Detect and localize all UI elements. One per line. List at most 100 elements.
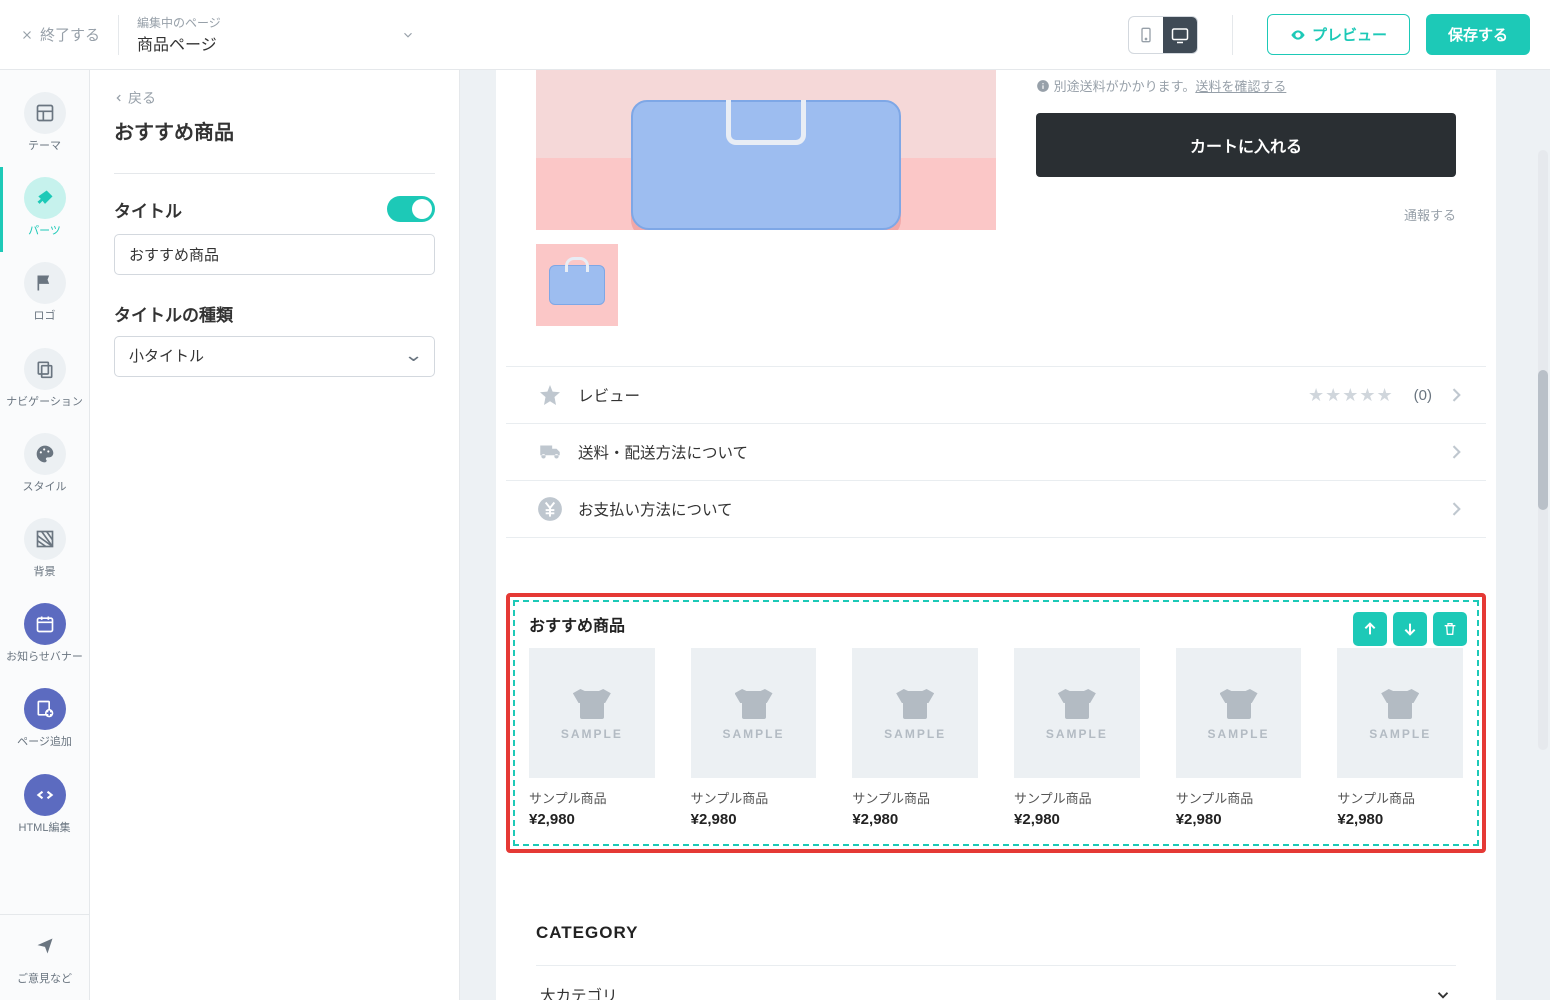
item-price: ¥2,980 [1176, 811, 1302, 828]
flag-icon [35, 273, 55, 293]
item-name: サンプル商品 [529, 788, 655, 807]
recommended-item[interactable]: SAMPLEサンプル商品¥2,980 [1176, 648, 1302, 828]
category-label: 大カテゴリ [540, 984, 618, 1000]
back-button[interactable]: 戻る [114, 88, 435, 108]
rail-banner[interactable]: お知らせバナー [0, 593, 89, 678]
move-down-button[interactable] [1393, 612, 1427, 646]
rail-label: HTML編集 [19, 822, 71, 835]
sample-image: SAMPLE [1337, 648, 1463, 778]
product-thumbnail[interactable] [536, 244, 618, 326]
exit-button[interactable]: 終了する [20, 24, 100, 45]
recommended-item[interactable]: SAMPLEサンプル商品¥2,980 [691, 648, 817, 828]
exit-label: 終了する [40, 24, 100, 45]
close-icon [20, 28, 34, 42]
accordion-shipping[interactable]: 送料・配送方法について [506, 424, 1486, 481]
rating-stars: ★★★★★ [1308, 385, 1394, 406]
sample-image: SAMPLE [1014, 648, 1140, 778]
panel-title: おすすめ商品 [114, 116, 435, 145]
rail-page-add[interactable]: ページ追加 [0, 678, 89, 763]
rail-label: ロゴ [34, 310, 56, 323]
category-heading: CATEGORY [536, 923, 1456, 943]
rail-label: ご意見など [17, 973, 72, 986]
shirt-icon [573, 685, 611, 719]
accordion-label: お支払い方法について [578, 498, 1432, 520]
back-label: 戻る [128, 88, 156, 108]
preview-button[interactable]: プレビュー [1267, 14, 1410, 55]
rail-navigation[interactable]: ナビゲーション [0, 338, 89, 423]
divider [118, 15, 119, 55]
title-kind-select[interactable]: 小タイトル [114, 336, 435, 377]
item-price: ¥2,980 [529, 811, 655, 828]
sample-label: SAMPLE [561, 727, 623, 741]
rail-background[interactable]: 背景 [0, 508, 89, 593]
rail-style[interactable]: スタイル [0, 423, 89, 508]
chevron-down-icon [401, 28, 415, 42]
recommended-block[interactable]: おすすめ商品 SAMPLEサンプル商品¥2,980SAMPLEサンプル商品¥2,… [513, 600, 1479, 846]
title-input[interactable] [114, 234, 435, 275]
recommended-item[interactable]: SAMPLE サンプル商品 ¥2,980 [529, 648, 655, 828]
report-link[interactable]: 通報する [1036, 205, 1456, 224]
rail-html-edit[interactable]: HTML編集 [0, 764, 89, 849]
texture-icon [35, 529, 55, 549]
category-row[interactable]: 大カテゴリ [536, 965, 1456, 1000]
shirt-icon [1058, 685, 1096, 719]
item-name: サンプル商品 [1014, 788, 1140, 807]
recommended-item[interactable]: SAMPLEサンプル商品¥2,980 [852, 648, 978, 828]
rail-theme[interactable]: テーマ [0, 82, 89, 167]
item-name: サンプル商品 [852, 788, 978, 807]
recommended-item[interactable]: SAMPLEサンプル商品¥2,980 [1337, 648, 1463, 828]
shirt-icon [896, 685, 934, 719]
preview-canvas: 別途送料がかかります。送料を確認する カートに入れる 通報する レビュー ★★★… [496, 70, 1496, 1000]
rail-logo[interactable]: ロゴ [0, 252, 89, 337]
layout-icon [35, 103, 55, 123]
move-up-button[interactable] [1353, 612, 1387, 646]
shipping-link[interactable]: 送料を確認する [1195, 79, 1286, 94]
rail-label: テーマ [28, 140, 61, 153]
rail-label: 背景 [34, 566, 56, 579]
chevron-down-icon [1434, 986, 1452, 1000]
rail-feedback[interactable]: ご意見など [0, 914, 89, 1000]
delete-button[interactable] [1433, 612, 1467, 646]
truck-icon [536, 438, 564, 466]
rail-parts[interactable]: パーツ [0, 167, 89, 252]
sample-image: SAMPLE [852, 648, 978, 778]
shirt-icon [735, 685, 773, 719]
arrow-up-icon [1362, 621, 1378, 637]
sample-image: SAMPLE [529, 648, 655, 778]
scrollbar-thumb[interactable] [1538, 370, 1548, 510]
item-price: ¥2,980 [1014, 811, 1140, 828]
arrow-down-icon [1402, 621, 1418, 637]
viewport-desktop[interactable] [1163, 17, 1197, 53]
chevron-right-icon [1446, 385, 1466, 405]
viewport-mobile[interactable] [1129, 17, 1163, 53]
sample-label: SAMPLE [723, 727, 785, 741]
preview-label: プレビュー [1312, 24, 1387, 45]
page-selector-value: 商品ページ [137, 31, 221, 55]
accordion-payment[interactable]: お支払い方法について [506, 481, 1486, 538]
sample-label: SAMPLE [1369, 727, 1431, 741]
item-price: ¥2,980 [691, 811, 817, 828]
sample-image: SAMPLE [1176, 648, 1302, 778]
chevron-left-icon [114, 93, 124, 103]
save-button[interactable]: 保存する [1426, 14, 1530, 55]
chevron-right-icon [1446, 442, 1466, 462]
page-selector[interactable]: 編集中のページ 商品ページ [137, 14, 415, 55]
item-price: ¥2,980 [1337, 811, 1463, 828]
sample-label: SAMPLE [1208, 727, 1270, 741]
pages-icon [35, 359, 55, 379]
send-icon [35, 936, 55, 956]
page-add-icon [35, 699, 55, 719]
rail-label: お知らせバナー [6, 651, 83, 664]
preview-canvas-wrap[interactable]: 別途送料がかかります。送料を確認する カートに入れる 通報する レビュー ★★★… [460, 70, 1550, 1000]
viewport-toggle [1128, 16, 1198, 54]
rail-label: ページ追加 [17, 736, 72, 749]
add-to-cart-button[interactable]: カートに入れる [1036, 113, 1456, 177]
sample-image: SAMPLE [691, 648, 817, 778]
accordion-review[interactable]: レビュー ★★★★★ (0) [506, 367, 1486, 424]
shipping-note-text: 別途送料がかかります。 [1054, 79, 1196, 94]
title-toggle[interactable] [387, 196, 435, 222]
code-icon [35, 785, 55, 805]
recommended-item[interactable]: SAMPLE サンプル商品 ¥2,980 [1014, 648, 1140, 828]
star-icon [536, 381, 564, 409]
desktop-icon [1169, 26, 1191, 44]
